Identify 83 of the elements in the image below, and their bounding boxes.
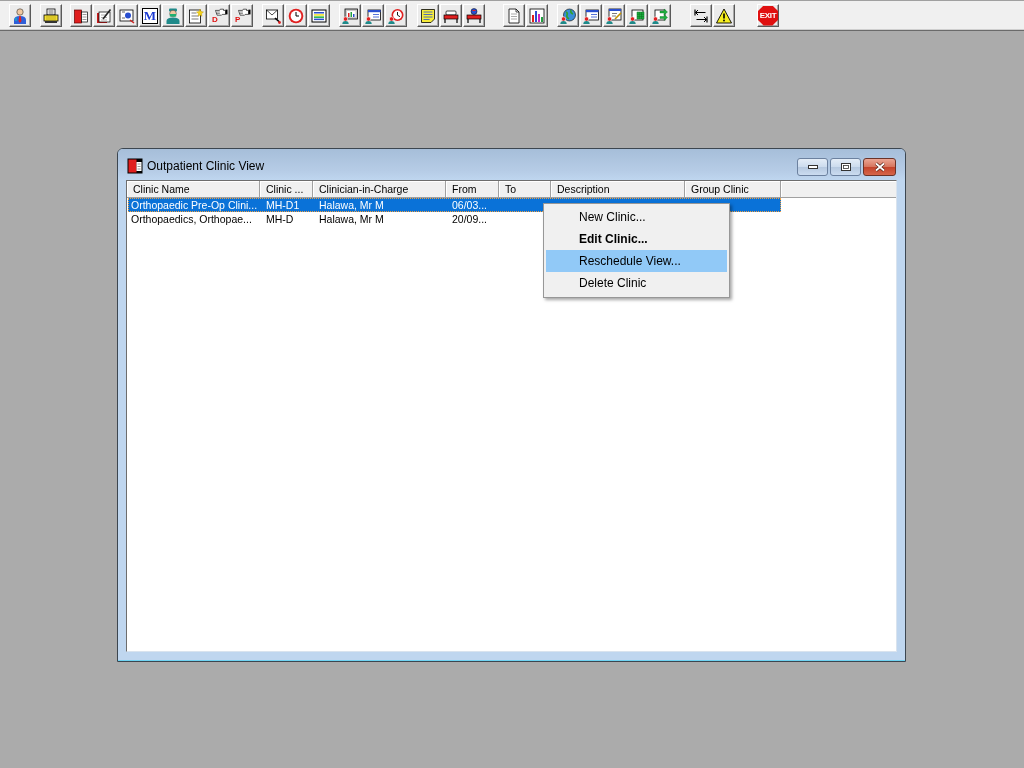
maximize-icon [840, 163, 851, 171]
maximize-button[interactable] [830, 158, 861, 176]
minimize-icon [807, 165, 818, 169]
book-icon [127, 158, 143, 174]
toolbar-button[interactable] [116, 4, 138, 27]
clock-icon [288, 7, 304, 24]
envelope-icon [265, 7, 281, 24]
toolbar-button[interactable] [162, 4, 184, 27]
toolbar-button[interactable]: D [208, 4, 230, 27]
table-cell-text: MH-D1 [265, 198, 301, 212]
toolbar-button[interactable] [580, 4, 602, 27]
toolbar-button[interactable] [70, 4, 92, 27]
column-header[interactable]: From [446, 181, 499, 197]
arrows-icon [693, 7, 709, 24]
card-person-icon [583, 7, 599, 24]
book-icon [73, 7, 89, 24]
doctor-icon [12, 7, 28, 24]
bed-icon [443, 7, 459, 24]
toolbar-button[interactable] [40, 4, 62, 27]
exit-button[interactable]: EXIT [757, 4, 779, 27]
document-pencil-icon [606, 7, 622, 24]
toolbar-button[interactable] [713, 4, 735, 27]
toolbar-button[interactable] [649, 4, 671, 27]
toolbar-button[interactable]: P [231, 4, 253, 27]
toolbar-button[interactable] [308, 4, 330, 27]
memo-icon [420, 7, 436, 24]
menu-item[interactable]: Delete Clinic [546, 272, 727, 294]
clock-person-icon [388, 7, 404, 24]
monitor-person-icon [342, 7, 358, 24]
window-title: Outpatient Clinic View [147, 158, 265, 174]
table-cell-text: Halawa, Mr M [318, 212, 385, 226]
table-cell-text: Halawa, Mr M [318, 198, 385, 212]
globe-person-icon [560, 7, 576, 24]
toolbar-button[interactable] [362, 4, 384, 27]
pointing-hand-icon [215, 7, 228, 16]
fax-machine-icon [43, 7, 59, 24]
grid-person-icon [629, 7, 645, 24]
note-icon [188, 7, 204, 24]
toolbar-button[interactable] [626, 4, 648, 27]
toolbar-button[interactable] [285, 4, 307, 27]
column-header[interactable]: To [499, 181, 551, 197]
page-icon [506, 7, 522, 24]
transfer-arrows-icon [652, 7, 668, 24]
column-header[interactable]: Clinic Name [127, 181, 260, 197]
list-icon [311, 7, 327, 24]
document-icon [119, 7, 135, 24]
column-header[interactable]: Group Clinic [685, 181, 781, 197]
column-header[interactable]: Description [551, 181, 685, 197]
warning-icon [716, 7, 732, 24]
toolbar-button[interactable] [463, 4, 485, 27]
minimize-button[interactable] [797, 158, 828, 176]
column-header[interactable]: Clinic ... [260, 181, 313, 197]
toolbar-button[interactable] [93, 4, 115, 27]
table-cell-text: 06/03... [451, 198, 489, 212]
toolbar-button[interactable] [603, 4, 625, 27]
toolbar-button[interactable] [503, 4, 525, 27]
bed-patient-icon [466, 7, 482, 24]
table-cell-text: 20/09... [451, 212, 489, 226]
notebook-pen-icon [96, 7, 112, 24]
list-row[interactable]: Orthopaedics, Orthopae... MH-D Halawa, Mr M 20/09... [128, 212, 499, 226]
column-header[interactable]: Clinician-in-Charge [313, 181, 446, 197]
toolbar-button[interactable] [690, 4, 712, 27]
toolbar-button[interactable] [440, 4, 462, 27]
toolbar-button[interactable]: M [139, 4, 161, 27]
menu-item[interactable]: Reschedule View... [546, 250, 727, 272]
toolbar-button[interactable] [9, 4, 31, 27]
close-icon [873, 162, 886, 172]
toolbar-button[interactable] [526, 4, 548, 27]
toolbar-button[interactable] [557, 4, 579, 27]
toolbar-button[interactable] [417, 4, 439, 27]
surgeon-icon [165, 7, 181, 24]
close-button[interactable] [863, 158, 896, 176]
menu-item[interactable]: Edit Clinic... [546, 228, 727, 250]
toolbar-button[interactable] [385, 4, 407, 27]
toolbar-button[interactable] [262, 4, 284, 27]
table-cell-text: MH-D [265, 212, 295, 226]
table-cell-text: Orthopaedic Pre-Op Clini... [130, 198, 259, 212]
toolbar-button[interactable] [185, 4, 207, 27]
pointing-hand-icon [238, 7, 251, 16]
table-cell-text: Orthopaedics, Orthopae... [130, 212, 253, 226]
card-person-icon [365, 7, 381, 24]
toolbar-button[interactable] [339, 4, 361, 27]
bar-chart-icon [529, 7, 545, 24]
